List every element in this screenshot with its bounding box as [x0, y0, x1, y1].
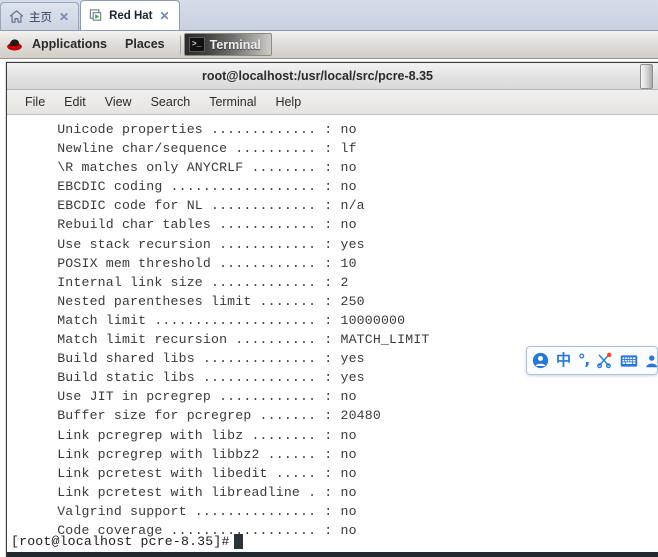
terminal-line: Link pcregrep with libbz2 ...... : no: [41, 446, 357, 462]
terminal-bottom-edge: [7, 552, 658, 557]
taskbar-terminal-label: Terminal: [209, 37, 261, 52]
panel-menu-applications[interactable]: Applications: [23, 35, 116, 54]
vm-tab-redhat-label: Red Hat: [109, 9, 153, 22]
terminal-screen[interactable]: Unicode properties ............. : no Ne…: [7, 115, 658, 557]
home-icon: [9, 10, 24, 23]
terminal-line: EBCDIC code for NL ............. : n/a: [41, 198, 365, 214]
terminal-icon: >_: [188, 37, 205, 52]
terminal-line: Link pcretest with libedit ..... : no: [41, 465, 357, 481]
terminal-line: Use JIT in pcregrep ............ : no: [41, 389, 357, 405]
menu-edit[interactable]: Edit: [55, 93, 95, 112]
terminal-prompt-line: [root@localhost pcre-8.35]#: [7, 532, 243, 551]
terminal-line: Use stack recursion ............ : yes: [41, 236, 365, 252]
terminal-cursor: [233, 533, 243, 549]
menu-file[interactable]: File: [16, 93, 54, 112]
vm-tab-bar: 主页 ✕ Red Hat ✕: [0, 0, 658, 31]
scrollbar-thumb[interactable]: [640, 64, 653, 89]
terminal-title: root@localhost:/usr/local/src/pcre-8.35: [201, 69, 433, 83]
panel-menu-places[interactable]: Places: [116, 35, 174, 54]
terminal-output: Unicode properties ............. : no Ne…: [7, 120, 658, 540]
terminal-window: root@localhost:/usr/local/src/pcre-8.35 …: [6, 62, 658, 557]
input-method-toolbar[interactable]: 中 °,: [526, 346, 658, 375]
terminal-title-bar[interactable]: root@localhost:/usr/local/src/pcre-8.35: [7, 63, 658, 90]
virtual-machine-icon: [89, 9, 102, 21]
gnome-top-panel: Applications Places >_ Terminal: [0, 31, 658, 59]
chinese-mode-icon[interactable]: 中: [556, 353, 571, 368]
menu-view[interactable]: View: [96, 93, 141, 112]
vm-tab-home[interactable]: 主页 ✕: [0, 2, 80, 30]
user-profile-icon[interactable]: [645, 352, 658, 369]
terminal-line: Nested parentheses limit ....... : 250: [41, 293, 365, 309]
terminal-line: EBCDIC coding .................. : no: [41, 179, 357, 195]
menu-search[interactable]: Search: [142, 93, 200, 112]
terminal-line: Valgrind support ............... : no: [41, 503, 357, 519]
soft-keyboard-icon[interactable]: [620, 354, 638, 368]
vm-tab-redhat-close-icon[interactable]: ✕: [158, 10, 172, 22]
terminal-line: Internal link size ............. : 2: [41, 274, 349, 290]
menu-help[interactable]: Help: [266, 93, 310, 112]
terminal-line: Newline char/sequence .......... : lf: [41, 141, 357, 157]
terminal-line: Unicode properties ............. : no: [41, 122, 357, 137]
panel-separator: [179, 33, 181, 56]
terminal-line: Match limit .................... : 10000…: [41, 312, 406, 328]
vm-tab-home-label: 主页: [29, 11, 52, 24]
terminal-prompt: [root@localhost pcre-8.35]#: [11, 533, 230, 549]
taskbar-button-terminal[interactable]: >_ Terminal: [183, 33, 272, 56]
terminal-line: Rebuild char tables ............ : no: [41, 217, 357, 233]
terminal-line: POSIX mem threshold ............ : 10: [41, 255, 357, 271]
scissors-icon[interactable]: [596, 352, 613, 369]
terminal-line: Buffer size for pcregrep ....... : 20480: [41, 408, 381, 424]
terminal-line: Link pcretest with libreadline . : no: [41, 484, 357, 500]
vm-tab-home-close-icon[interactable]: ✕: [57, 11, 71, 23]
vm-tab-redhat[interactable]: Red Hat ✕: [80, 0, 180, 30]
sogou-user-icon[interactable]: [532, 352, 549, 369]
terminal-menu-bar: File Edit View Search Terminal Help: [7, 90, 658, 115]
menu-terminal[interactable]: Terminal: [200, 93, 265, 112]
terminal-line: Link pcregrep with libz ........ : no: [41, 427, 357, 443]
red-hat-logo-icon[interactable]: [6, 36, 23, 53]
punctuation-mode-icon[interactable]: °,: [578, 353, 590, 368]
terminal-line: \R matches only ANYCRLF ........ : no: [41, 160, 357, 176]
